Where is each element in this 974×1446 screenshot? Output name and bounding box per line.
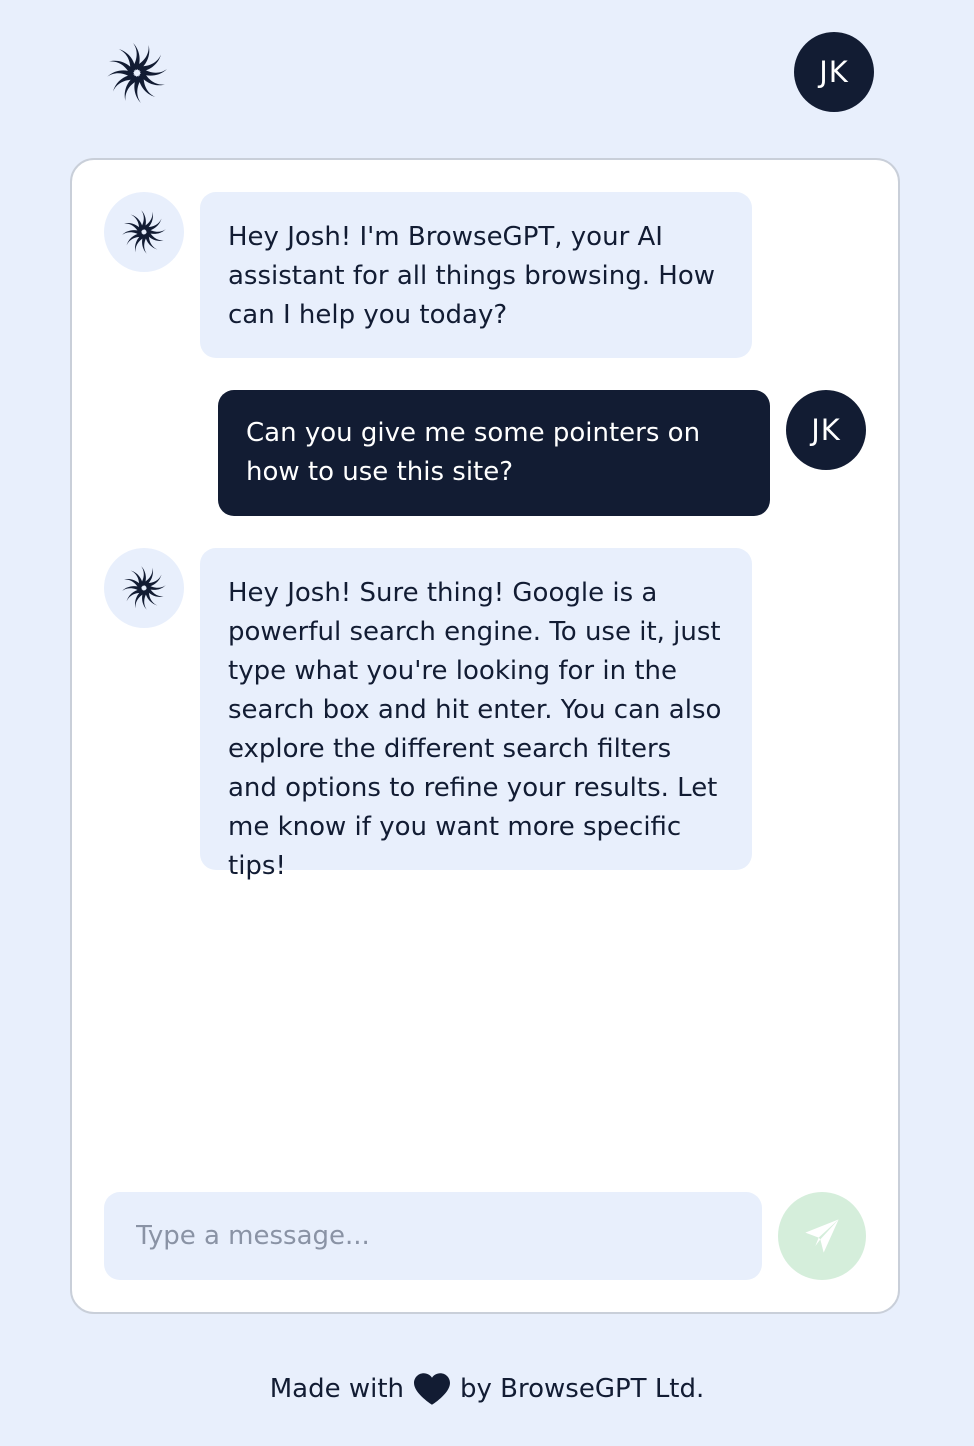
message-text: Hey Josh! I'm BrowseGPT, your AI assista… bbox=[228, 222, 716, 330]
assistant-message: Hey Josh! Sure thing! Google is a powerf… bbox=[200, 548, 752, 881]
paper-plane-icon bbox=[805, 1219, 839, 1253]
user-avatar: JK bbox=[786, 390, 866, 470]
footer-prefix: Made with bbox=[269, 1374, 405, 1404]
app-header: JK bbox=[0, 0, 974, 150]
message-text: Can you give me some pointers on how to … bbox=[246, 418, 701, 487]
swirl-logo-icon bbox=[120, 208, 168, 256]
send-button[interactable] bbox=[778, 1192, 866, 1280]
footer-suffix: by BrowseGPT Ltd. bbox=[460, 1374, 705, 1404]
user-message: Can you give me some pointers on how to … bbox=[218, 390, 770, 516]
assistant-avatar bbox=[104, 548, 184, 628]
swirl-logo-icon bbox=[120, 564, 168, 612]
assistant-avatar bbox=[104, 192, 184, 272]
heart-icon bbox=[414, 1373, 451, 1405]
user-initials: JK bbox=[819, 55, 849, 89]
user-initials: JK bbox=[811, 413, 841, 447]
message-text: Hey Josh! Sure thing! Google is a powerf… bbox=[228, 578, 722, 881]
swirl-logo-icon[interactable] bbox=[104, 40, 170, 106]
message-input[interactable] bbox=[104, 1192, 762, 1280]
footer: Made with by BrowseGPT Ltd. bbox=[0, 1364, 974, 1414]
assistant-message: Hey Josh! I'm BrowseGPT, your AI assista… bbox=[200, 192, 752, 358]
chat-panel: Hey Josh! I'm BrowseGPT, your AI assista… bbox=[70, 158, 900, 1314]
user-avatar[interactable]: JK bbox=[794, 32, 874, 112]
